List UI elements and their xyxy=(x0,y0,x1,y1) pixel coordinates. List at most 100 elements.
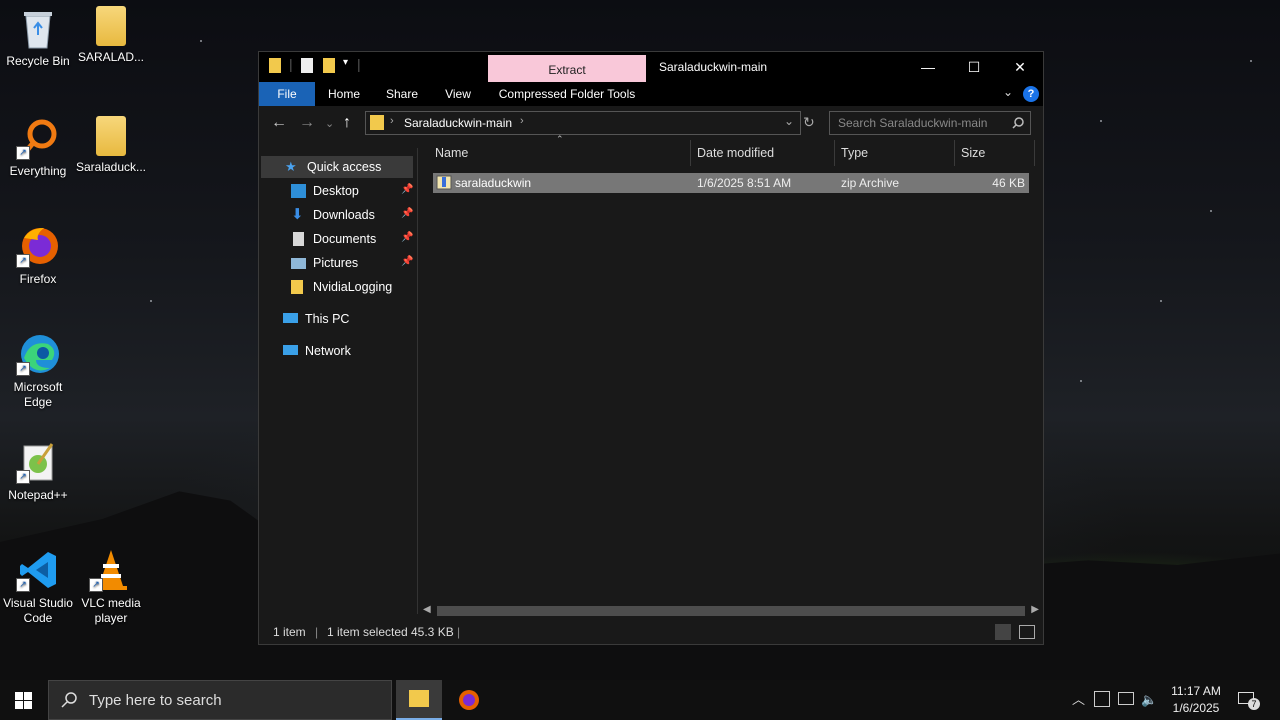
desktop-icon-saraladuck-folder[interactable]: Saraladuck... xyxy=(73,116,149,175)
firefox-icon: ↗ xyxy=(16,224,60,268)
new-folder-icon[interactable] xyxy=(323,58,335,73)
star xyxy=(1080,380,1082,382)
windows-start-icon[interactable] xyxy=(15,692,32,709)
desktop-icon-firefox[interactable]: ↗ Firefox xyxy=(0,224,76,287)
nav-label: Quick access xyxy=(307,160,382,174)
pin-icon[interactable]: 📌 xyxy=(401,208,413,219)
tab-file[interactable]: File xyxy=(259,82,315,106)
ribbon-expand-chevron-icon[interactable]: ⌄ xyxy=(1003,85,1013,99)
clock[interactable]: 11:17 AM 1/6/2025 xyxy=(1164,683,1228,717)
shortcut-arrow-icon: ↗ xyxy=(89,578,103,592)
desktop-icon-everything[interactable]: ↗ Everything xyxy=(0,116,76,179)
pin-icon[interactable]: 📌 xyxy=(401,184,413,195)
folder-icon xyxy=(370,115,384,130)
desktop-icon-microsoft-edge[interactable]: ↗ Microsoft Edge xyxy=(0,332,76,410)
security-tray-icon[interactable] xyxy=(1094,691,1110,707)
tab-home[interactable]: Home xyxy=(321,82,367,106)
star-icon: ★ xyxy=(285,159,297,174)
details-view-icon[interactable] xyxy=(995,624,1011,640)
recycle-bin-icon xyxy=(16,6,60,50)
firefox-icon xyxy=(459,690,479,710)
tab-share[interactable]: Share xyxy=(379,82,425,106)
desktop-icon-notepad-plus-plus[interactable]: ↗ Notepad++ xyxy=(0,440,76,503)
breadcrumb-chevron-icon[interactable]: › xyxy=(390,115,394,127)
show-hidden-icons-chevron-icon[interactable]: ︿ xyxy=(1072,680,1085,720)
this-pc-icon xyxy=(283,313,298,323)
search-box[interactable]: Search Saraladuckwin-main xyxy=(829,111,1031,135)
scrollbar-thumb[interactable] xyxy=(437,606,1025,616)
network-icon xyxy=(283,345,298,355)
desktop-icon-saralad-folder[interactable]: SARALAD... xyxy=(73,6,149,65)
star xyxy=(1210,210,1212,212)
tab-compressed-folder-tools[interactable]: Compressed Folder Tools xyxy=(491,82,643,106)
breadcrumb-chevron-icon[interactable]: › xyxy=(520,115,524,127)
large-icons-view-icon[interactable] xyxy=(1019,625,1035,639)
nav-label: Downloads xyxy=(313,208,375,222)
file-explorer-icon xyxy=(409,690,429,707)
scroll-right-arrow-icon[interactable]: ▶ xyxy=(1031,604,1039,615)
volume-muted-icon[interactable]: 🔈 xyxy=(1141,680,1157,720)
horizontal-scrollbar[interactable]: ◀ ▶ xyxy=(419,603,1043,619)
star xyxy=(1160,300,1162,302)
pin-icon[interactable]: 📌 xyxy=(401,256,413,267)
tab-view[interactable]: View xyxy=(435,82,481,106)
desktop-icon-label: Firefox xyxy=(19,272,57,286)
desktop-icon-recycle-bin[interactable]: Recycle Bin xyxy=(0,6,76,69)
notepad-plus-plus-icon: ↗ xyxy=(16,440,60,484)
taskbar-search-box[interactable]: Type here to search xyxy=(48,680,392,720)
refresh-icon[interactable]: ↻ xyxy=(803,114,815,131)
nav-label: Desktop xyxy=(313,184,359,198)
column-header-name[interactable]: Name xyxy=(429,140,691,166)
up-arrow-icon[interactable]: ↑ xyxy=(343,114,351,132)
column-header-date-modified[interactable]: Date modified xyxy=(691,140,835,166)
desktop-icon-vlc[interactable]: ↗ VLC media player xyxy=(73,548,149,626)
help-icon[interactable]: ? xyxy=(1023,86,1039,102)
breadcrumb-folder[interactable]: Saraladuckwin-main xyxy=(404,116,512,130)
forward-arrow-icon[interactable]: → xyxy=(299,114,315,132)
minimize-button[interactable]: — xyxy=(905,52,951,82)
address-bar[interactable]: › Saraladuckwin-main › ⌄ xyxy=(365,111,801,135)
file-row-selected[interactable]: saraladuckwin 1/6/2025 8:51 AM zip Archi… xyxy=(433,173,1029,193)
customize-quick-access-icon[interactable]: ▾ xyxy=(343,57,348,68)
notification-count-badge: 7 xyxy=(1248,698,1260,710)
close-button[interactable]: ✕ xyxy=(997,52,1043,82)
status-bar: 1 item | 1 item selected 45.3 KB | xyxy=(259,620,1043,644)
desktop-icon-label: Saraladuck... xyxy=(75,160,147,174)
desktop-icon-label: Microsoft Edge xyxy=(13,380,63,409)
nav-label: NvidiaLogging xyxy=(313,280,393,294)
column-header-size[interactable]: Size xyxy=(955,140,1035,166)
notification-center-icon[interactable]: 7 xyxy=(1236,690,1260,710)
column-header-type[interactable]: Type xyxy=(835,140,955,166)
nav-label: This PC xyxy=(305,312,350,326)
recent-locations-chevron-icon[interactable]: ⌄ xyxy=(325,117,334,130)
file-explorer-window[interactable]: | ▾ | Extract Saraladuckwin-main — ☐ ✕ F… xyxy=(258,51,1044,645)
file-date-modified: 1/6/2025 8:51 AM xyxy=(697,176,792,190)
navigation-pane: ★ Quick access Desktop 📌 ⬇ Downloads 📌 D… xyxy=(259,148,418,614)
network-tray-icon[interactable] xyxy=(1118,692,1134,705)
nav-label: Network xyxy=(305,344,351,358)
desktop-icon-vs-code[interactable]: ↗ Visual Studio Code xyxy=(0,548,76,626)
title-bar[interactable]: | ▾ | Extract Saraladuckwin-main — ☐ ✕ xyxy=(259,52,1043,82)
taskbar-file-explorer[interactable] xyxy=(396,680,442,720)
desktop-icon-label: Notepad++ xyxy=(8,488,68,502)
separator: | xyxy=(457,625,461,639)
star xyxy=(1250,60,1252,62)
documents-icon xyxy=(293,232,304,246)
shortcut-arrow-icon: ↗ xyxy=(16,254,30,268)
desktop-icon-label: Everything xyxy=(9,164,67,178)
desktop-icon xyxy=(291,184,306,198)
pin-icon[interactable]: 📌 xyxy=(401,232,413,243)
search-icon xyxy=(1012,117,1024,129)
shortcut-arrow-icon: ↗ xyxy=(16,578,30,592)
properties-icon[interactable] xyxy=(301,58,313,73)
star xyxy=(1100,120,1102,122)
maximize-button[interactable]: ☐ xyxy=(951,52,997,82)
file-type: zip Archive xyxy=(841,176,900,190)
extract-contextual-tab[interactable]: Extract xyxy=(488,55,646,82)
back-arrow-icon[interactable]: ← xyxy=(271,114,287,132)
address-dropdown-icon[interactable]: ⌄ xyxy=(784,114,794,128)
scroll-left-arrow-icon[interactable]: ◀ xyxy=(423,604,431,615)
taskbar-firefox[interactable] xyxy=(446,680,492,720)
star xyxy=(150,300,152,302)
search-placeholder: Search Saraladuckwin-main xyxy=(838,116,988,130)
